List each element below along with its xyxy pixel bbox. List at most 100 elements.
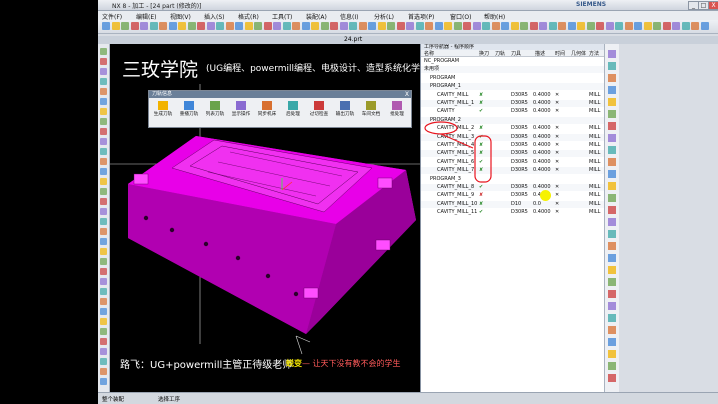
navigator-row[interactable]: CAVITY_MILL_1 ✘ D30R5 0.4000 ✕ MILL [421,100,604,107]
toolbar-icon[interactable] [653,22,661,30]
toolbar-icon[interactable] [615,22,623,30]
navigator-row[interactable]: CAVITY_MILL ✘ D30R5 0.4000 ✕ MILL [421,92,604,99]
resource-icon[interactable] [100,328,107,335]
navigator-row[interactable]: CAVITY_MILL_3 ✔ D30R5 0.4000 ✕ MILL [421,133,604,141]
toolbar-icon[interactable] [510,22,519,30]
resource-icon[interactable] [100,238,107,245]
resource-icon[interactable] [608,314,616,322]
resource-icon[interactable] [100,218,107,225]
toolbar-icon[interactable] [577,22,585,30]
toolbar-icon[interactable] [349,22,357,30]
toolbar-icon[interactable] [700,22,709,30]
batch-button[interactable]: 批处理 [385,101,409,117]
resource-icon[interactable] [608,98,616,106]
toolbar-icon[interactable] [558,22,566,30]
navigator-row[interactable]: NC_PROGRAM [421,58,604,65]
toolbar-icon[interactable] [330,22,338,30]
resource-icon[interactable] [100,308,107,315]
toolbar-icon[interactable] [406,22,414,30]
resource-icon[interactable] [608,134,616,142]
resource-icon[interactable] [100,178,107,185]
resource-icon[interactable] [608,122,616,130]
resource-icon[interactable] [100,198,107,205]
shop-doc-button[interactable]: 车间文档 [359,101,383,117]
toolbar-icon[interactable] [292,22,300,30]
resource-icon[interactable] [100,98,107,105]
resource-icon[interactable] [100,168,107,175]
toolbar-icon[interactable] [301,22,310,30]
column-toolchange[interactable]: 换刀 [479,50,489,57]
column-method[interactable]: 方法 [589,50,599,57]
toolbar-icon[interactable] [311,22,319,30]
toolbar-icon[interactable] [529,22,538,30]
resource-icon[interactable] [608,230,616,238]
output-toolpath-button[interactable]: 输出刀轨 [333,101,357,117]
resource-icon[interactable] [608,254,616,262]
toolbar-icon[interactable] [377,22,386,30]
toolbar-icon[interactable] [149,22,158,30]
toolbar-icon[interactable] [691,22,699,30]
resource-icon[interactable] [608,158,616,166]
toolbar-icon[interactable] [501,22,509,30]
resource-icon[interactable] [608,110,616,118]
resource-icon[interactable] [100,208,107,215]
replay-toolpath-button[interactable]: 重播刀轨 [177,101,201,117]
operation-navigator[interactable]: 工序导航器 - 程序顺序 名称 换刀 刀轨 刀具 描述 时间 几何体 方法 NC… [420,44,604,392]
resource-icon[interactable] [100,118,107,125]
resource-icon[interactable] [608,302,616,310]
resource-icon[interactable] [608,62,616,70]
toolbar-icon[interactable] [472,22,481,30]
navigator-row[interactable]: CAVITY_MILL_2 ✘ D30R5 0.4000 ✕ MILL [421,125,604,132]
navigator-row[interactable]: PROGRAM_3 [421,176,604,183]
resource-icon[interactable] [608,86,616,94]
resource-icon[interactable] [100,68,107,75]
resource-icon[interactable] [100,148,107,155]
resource-icon[interactable] [100,268,107,275]
navigator-row[interactable]: CAVITY_MILL_6 ✔ D30R5 0.4000 ✕ MILL [421,159,604,166]
generate-toolpath-button[interactable]: 生成刀轨 [151,101,175,117]
toolbar-icon[interactable] [225,22,234,30]
toolbar-icon[interactable] [339,22,348,30]
toolbar-icon[interactable] [415,22,424,30]
toolbar-icon[interactable] [282,22,291,30]
toolbar-icon[interactable] [244,22,253,30]
toolbar-icon[interactable] [567,22,576,30]
resource-icon[interactable] [608,374,616,382]
resource-icon[interactable] [100,258,107,265]
toolbar-icon[interactable] [159,22,167,30]
toolbar-icon[interactable] [681,22,690,30]
toolbar-icon[interactable] [444,22,452,30]
toolbar-icon[interactable] [662,22,671,30]
postprocess-button[interactable]: 后处理 [281,101,305,117]
resource-icon[interactable] [100,298,107,305]
column-tool[interactable]: 刀具 [511,50,521,57]
resource-icon[interactable] [608,50,616,58]
resource-icon[interactable] [100,288,107,295]
navigator-row[interactable]: CAVITY_MILL_4 ✘ D30R5 0.4000 ✕ MILL [421,142,604,149]
toolbar-icon[interactable] [263,22,272,30]
resource-icon[interactable] [608,350,616,358]
resource-icon[interactable] [100,88,107,95]
resource-icon[interactable] [608,278,616,286]
toolbar-icon[interactable] [254,22,262,30]
show-operation-button[interactable]: 显示操作 [229,101,253,117]
toolbar-icon[interactable] [672,22,680,30]
machine-sync-button[interactable]: 同步机床 [255,101,279,117]
resource-icon[interactable] [608,290,616,298]
dialog-close-button[interactable]: X [405,91,409,98]
resource-icon[interactable] [100,188,107,195]
resource-icon[interactable] [100,248,107,255]
toolbar-icon[interactable] [396,22,405,30]
toolbar-icon[interactable] [482,22,490,30]
resource-icon[interactable] [608,170,616,178]
navigator-row[interactable]: CAVITY_MILL_8 ✔ D30R5 0.4000 ✕ MILL [421,184,604,191]
resource-icon[interactable] [608,242,616,250]
toolbar-icon[interactable] [586,22,595,30]
toolbar-icon[interactable] [206,22,215,30]
toolbar-icon[interactable] [111,22,120,30]
resource-icon[interactable] [100,128,107,135]
toolbar-icon[interactable] [387,22,395,30]
resource-icon[interactable] [100,78,107,85]
resource-icon[interactable] [608,182,616,190]
navigator-row[interactable]: PROGRAM_2 [421,116,604,124]
